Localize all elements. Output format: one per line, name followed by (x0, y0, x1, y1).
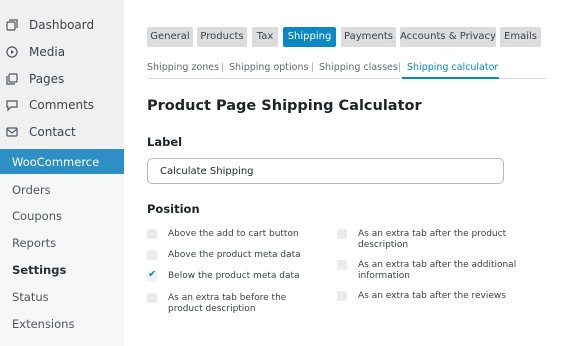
checkbox[interactable] (147, 250, 157, 260)
position-heading: Position (147, 202, 200, 216)
sidebar-item-media[interactable]: Media (0, 39, 124, 65)
subnav-separator: | (311, 62, 315, 73)
media-icon (6, 46, 18, 58)
sidebar-item-label: Media (29, 45, 66, 59)
checkbox[interactable] (337, 229, 347, 239)
sidebar-item-extensions[interactable]: Extensions (12, 317, 74, 331)
checkbox-checked[interactable]: ✔ (147, 269, 157, 281)
checkbox[interactable] (147, 293, 157, 303)
tab-tax[interactable]: Tax (252, 27, 278, 47)
subnav-shipping-calculator[interactable]: Shipping calculator (407, 62, 498, 73)
option-label: As an extra tab after the reviews (358, 291, 506, 301)
page-title: Product Page Shipping Calculator (147, 98, 422, 114)
sidebar-item-coupons[interactable]: Coupons (12, 209, 62, 223)
shipping-subnav: Shipping zones | Shipping options | Ship… (147, 62, 547, 78)
option-label: As an extra tab after the additional inf… (358, 260, 517, 281)
sidebar-item-reports[interactable]: Reports (12, 236, 56, 250)
sidebar-item-status[interactable]: Status (12, 290, 49, 304)
checkmark-icon: ✔ (148, 269, 157, 280)
tab-emails[interactable]: Emails (500, 27, 541, 47)
tab-general[interactable]: General (147, 27, 193, 47)
tab-accounts-privacy[interactable]: Accounts & Privacy (400, 27, 496, 47)
admin-sidebar: Dashboard Media Pages Comments Contact W… (0, 0, 124, 346)
tab-products[interactable]: Products (197, 27, 247, 47)
sidebar-item-label: Comments (29, 98, 95, 112)
subnav-shipping-zones[interactable]: Shipping zones (147, 62, 219, 73)
checkbox[interactable] (337, 291, 347, 301)
contact-icon (6, 126, 18, 138)
sidebar-item-label: Dashboard (29, 18, 95, 32)
subnav-shipping-options[interactable]: Shipping options (229, 62, 308, 73)
option-label: Above the product meta data (168, 250, 301, 260)
label-input[interactable] (147, 158, 504, 184)
subnav-separator: | (398, 62, 402, 73)
checkbox[interactable] (337, 260, 347, 270)
option-label: Below the product meta data (168, 271, 300, 281)
tab-payments[interactable]: Payments (341, 27, 396, 47)
subnav-separator: | (221, 62, 225, 73)
pages-icon (6, 73, 18, 85)
sidebar-item-pages[interactable]: Pages (0, 66, 124, 92)
tab-shipping[interactable]: Shipping (283, 27, 336, 47)
option-label: As an extra tab before the product descr… (168, 293, 287, 314)
sidebar-item-comments[interactable]: Comments (0, 92, 124, 118)
subnav-shipping-classes[interactable]: Shipping classes (319, 62, 398, 73)
sidebar-section-woocommerce[interactable]: WooCommerce (0, 149, 124, 174)
sidebar-item-label: Contact (29, 125, 76, 139)
option-label: Above the add to cart button (168, 229, 299, 239)
subnav-active-indicator (402, 77, 499, 79)
checkbox[interactable] (147, 229, 157, 239)
comments-icon (6, 99, 18, 111)
option-label: As an extra tab after the product descri… (358, 229, 507, 250)
sidebar-item-settings[interactable]: Settings (12, 263, 66, 277)
dashboard-icon (6, 19, 18, 31)
sidebar-submenu: Orders Coupons Reports Settings Status E… (0, 174, 124, 346)
sidebar-item-label: Pages (29, 72, 65, 86)
sidebar-item-contact[interactable]: Contact (0, 119, 124, 145)
sidebar-item-dashboard[interactable]: Dashboard (0, 12, 124, 38)
label-heading: Label (147, 135, 183, 149)
sidebar-item-orders[interactable]: Orders (12, 183, 51, 197)
